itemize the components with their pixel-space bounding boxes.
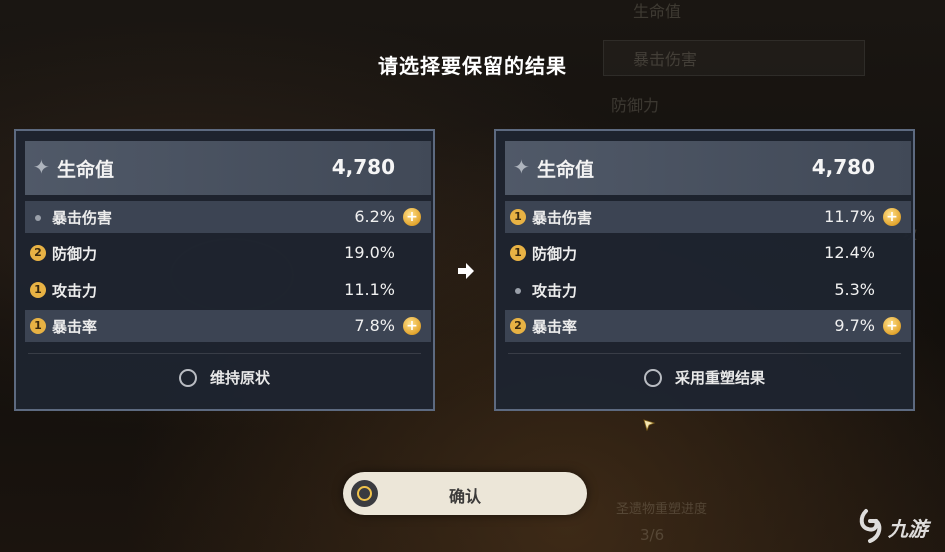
- watermark-text: 九游: [888, 517, 928, 541]
- cursor-icon: [643, 419, 656, 432]
- original-result-card[interactable]: ✦ 生命值 4,780 暴击伤害 6.2% + 2 防御力 19.0% 1 攻击…: [14, 129, 435, 411]
- roll-count-badge: 1: [30, 318, 46, 334]
- substat-name: 防御力: [52, 245, 98, 263]
- substat-row: 1 防御力 12.4%: [505, 237, 911, 269]
- boost-plus-icon: +: [883, 317, 901, 335]
- bullet-icon: [35, 215, 41, 221]
- background-stat-3: 防御力: [611, 96, 660, 115]
- substat-row: 1 暴击率 7.8% +: [25, 310, 431, 342]
- adopt-reshape-label: 采用重塑结果: [675, 369, 766, 387]
- boost-plus-icon: +: [883, 208, 901, 226]
- main-stat: ✦ 生命值 4,780: [25, 141, 431, 195]
- substat-value: 11.1%: [344, 280, 395, 299]
- main-stat-name: 生命值: [57, 159, 115, 181]
- jiuyou-logo-icon: [859, 509, 882, 543]
- substat-value: 5.3%: [834, 280, 875, 299]
- background-progress-label: 圣遗物重塑进度: [616, 502, 708, 517]
- sparkle-icon: ✦: [33, 155, 50, 179]
- substat-name: 暴击率: [52, 318, 98, 336]
- roll-count-badge: 2: [510, 318, 526, 334]
- substat-row: 1 攻击力 11.1%: [25, 274, 431, 306]
- confirm-button[interactable]: 确认: [343, 472, 587, 515]
- keep-original-option[interactable]: 维持原状: [16, 367, 433, 393]
- substat-row: 2 暴击率 9.7% +: [505, 310, 911, 342]
- substat-row: 1 暴击伤害 11.7% +: [505, 201, 911, 233]
- roll-count-badge: 1: [510, 209, 526, 225]
- substat-name: 攻击力: [52, 282, 98, 300]
- background-count: 3/6: [640, 526, 665, 544]
- main-stat-name: 生命值: [537, 159, 595, 181]
- main-stat-value: 4,780: [331, 155, 395, 179]
- radio-button[interactable]: [643, 368, 662, 387]
- sparkle-icon: ✦: [513, 155, 530, 179]
- substat-name: 暴击伤害: [532, 209, 593, 227]
- reshaped-result-card[interactable]: ✦ 生命值 4,780 1 暴击伤害 11.7% + 1 防御力 12.4% 攻…: [494, 129, 915, 411]
- radio-button[interactable]: [178, 368, 197, 387]
- substat-row: 暴击伤害 6.2% +: [25, 201, 431, 233]
- substat-row: 攻击力 5.3%: [505, 274, 911, 306]
- boost-plus-icon: +: [403, 317, 421, 335]
- substat-value: 6.2%: [354, 207, 395, 226]
- background-stat-1: 生命值: [633, 2, 682, 21]
- adopt-reshape-option[interactable]: 采用重塑结果: [496, 367, 913, 393]
- substat-value: 9.7%: [834, 316, 875, 335]
- divider: [28, 353, 421, 354]
- substat-name: 防御力: [532, 245, 578, 263]
- substat-name: 攻击力: [532, 282, 578, 300]
- main-stat: ✦ 生命值 4,780: [505, 141, 911, 195]
- confirm-label: 确认: [448, 487, 481, 506]
- boost-plus-icon: +: [403, 208, 421, 226]
- bullet-icon: [515, 288, 521, 294]
- page-title: 请选择要保留的结果: [378, 54, 567, 78]
- roll-count-badge: 1: [510, 245, 526, 261]
- roll-count-badge: 1: [30, 282, 46, 298]
- main-stat-value: 4,780: [811, 155, 875, 179]
- substat-name: 暴击伤害: [52, 209, 113, 227]
- roll-count-badge: 2: [30, 245, 46, 261]
- divider: [508, 353, 901, 354]
- substat-value: 12.4%: [824, 243, 875, 262]
- substat-name: 暴击率: [532, 318, 578, 336]
- keep-original-label: 维持原状: [210, 369, 271, 387]
- substat-value: 7.8%: [354, 316, 395, 335]
- substat-row: 2 防御力 19.0%: [25, 237, 431, 269]
- substat-value: 11.7%: [824, 207, 875, 226]
- substat-value: 19.0%: [344, 243, 395, 262]
- arrow-right-icon: [458, 263, 474, 279]
- watermark: 九游: [856, 505, 942, 547]
